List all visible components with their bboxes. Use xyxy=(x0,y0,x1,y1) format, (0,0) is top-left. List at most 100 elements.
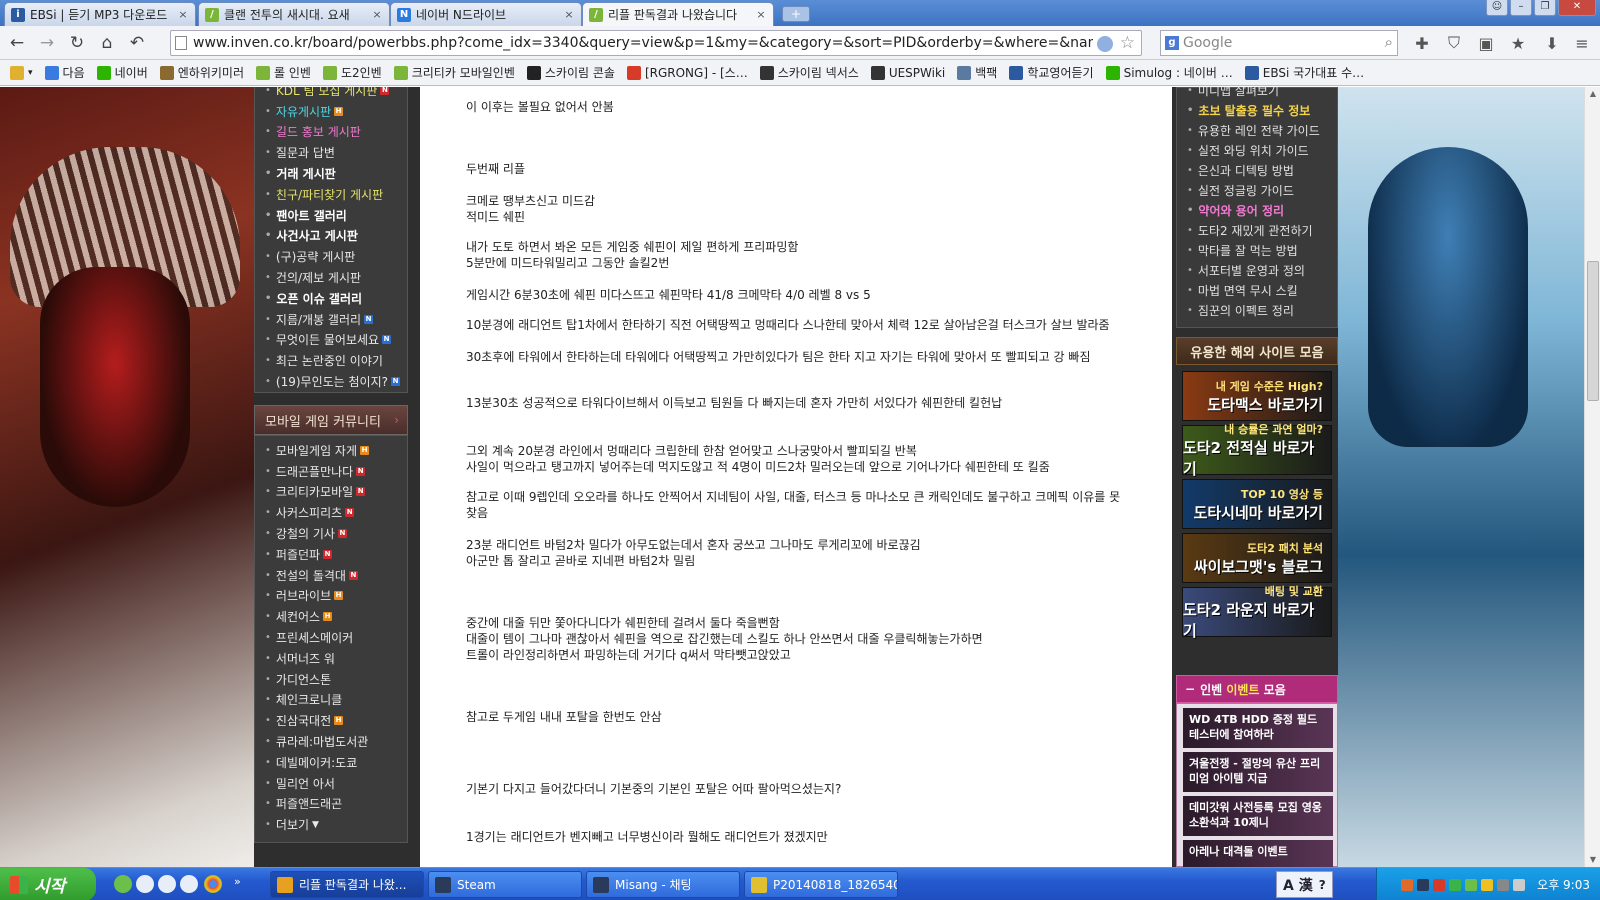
help-icon[interactable]: ? xyxy=(1319,878,1326,892)
browser-tab[interactable]: N 네이버 N드라이브 × xyxy=(390,2,582,26)
menu-item[interactable]: 건의/제보 게시판 xyxy=(255,267,407,288)
extension-puzzle-icon[interactable]: ✚ xyxy=(1412,33,1432,53)
menu-item[interactable]: (19)무인도는 첨이지?N xyxy=(255,371,407,392)
menu-item[interactable]: 서머너즈 워 xyxy=(255,648,407,669)
new-tab-button[interactable]: + xyxy=(782,6,810,22)
profile-icon[interactable]: ☺ xyxy=(1486,0,1508,16)
tray-icon[interactable] xyxy=(1449,878,1462,891)
menu-item[interactable]: 크리티카모바일N xyxy=(255,482,407,503)
reload-button[interactable]: ↻ xyxy=(64,30,90,56)
expand-icon[interactable]: » xyxy=(234,875,244,893)
menu-icon[interactable]: ≡ xyxy=(1572,33,1592,53)
bookmark-item[interactable]: 크리티카 모바일인벤 xyxy=(393,64,515,81)
mobile-community-title[interactable]: 모바일 게임 커뮤니티 › xyxy=(254,405,408,435)
download-icon[interactable]: ⬇ xyxy=(1542,33,1562,53)
tray-icon[interactable] xyxy=(1417,878,1430,891)
menu-item[interactable]: 거래 게시판 xyxy=(255,163,407,184)
menu-item[interactable]: 가디언스톤 xyxy=(255,669,407,690)
bookmark-item[interactable]: 도2인벤 xyxy=(322,64,382,81)
bookmark-item[interactable]: ▾ xyxy=(10,65,33,80)
volume-icon[interactable] xyxy=(1513,878,1526,891)
forward-button[interactable]: → xyxy=(34,30,60,56)
bookmark-star-icon[interactable]: ☆ xyxy=(1120,33,1135,53)
menu-item[interactable]: 퍼즐던파N xyxy=(255,544,407,565)
quicklaunch-icon[interactable] xyxy=(158,875,176,893)
bookmark-item[interactable]: 학교영어듣기 xyxy=(1009,64,1094,81)
menu-item[interactable]: 무엇이든 물어보세요N xyxy=(255,330,407,351)
bookmark-item[interactable]: UESPWiki xyxy=(870,65,945,80)
quicklaunch-icon[interactable] xyxy=(180,875,198,893)
guide-link[interactable]: 은신과 디텍팅 방법 xyxy=(1177,160,1337,180)
bookmark-item[interactable]: 다음 xyxy=(44,64,85,81)
bookmark-item[interactable]: EBSi 국가대표 수… xyxy=(1244,64,1364,81)
tray-icon[interactable] xyxy=(1465,878,1478,891)
scroll-down-arrow[interactable]: ▼ xyxy=(1585,853,1600,867)
guide-link[interactable]: 미니맵 살펴보기 xyxy=(1177,87,1337,100)
guide-link[interactable]: 약어와 용어 정리 xyxy=(1177,200,1337,220)
menu-item[interactable]: 프린세스메이커 xyxy=(255,627,407,648)
menu-item[interactable]: 퍼즐앤드래곤 xyxy=(255,794,407,815)
event-banner[interactable]: 겨울전쟁 - 절망의 유산 프리미엄 아이템 지급 xyxy=(1183,752,1333,792)
menu-item[interactable]: 친구/파티찾기 게시판 xyxy=(255,184,407,205)
menu-item[interactable]: 드래곤플만나다N xyxy=(255,461,407,482)
menu-item[interactable]: 밀리언 아서 xyxy=(255,773,407,794)
minimize-button[interactable]: – xyxy=(1510,0,1532,16)
clock[interactable]: 오후 9:03 xyxy=(1537,876,1590,893)
menu-item[interactable]: 체인크로니클 xyxy=(255,690,407,711)
menu-item[interactable]: 모바일게임 자게H xyxy=(255,440,407,461)
back-button[interactable]: ← xyxy=(4,30,30,56)
guide-link[interactable]: 짐꾼의 이펙트 정리 xyxy=(1177,300,1337,320)
site-banner[interactable]: 내 게임 수준은 High? 도타맥스 바로가기 xyxy=(1182,371,1332,421)
menu-item[interactable]: 사건사고 게시판 xyxy=(255,226,407,247)
menu-item[interactable]: 팬아트 갤러리 xyxy=(255,205,407,226)
tray-icon[interactable] xyxy=(1497,878,1510,891)
taskbar-button[interactable]: 리플 판독결과 나왔... xyxy=(270,871,424,898)
menu-item[interactable]: 사커스피리츠N xyxy=(255,502,407,523)
guide-link[interactable]: 실전 와딩 위치 가이드 xyxy=(1177,140,1337,160)
guide-link[interactable]: 서포터별 운영과 정의 xyxy=(1177,260,1337,280)
taskbar-button[interactable]: Misang - 채팅 xyxy=(586,871,740,898)
bookmark-item[interactable]: 네이버 xyxy=(96,64,148,81)
taskbar-button[interactable]: P20140818_1826540... xyxy=(744,871,898,898)
guide-link[interactable]: 유용한 레인 전략 가이드 xyxy=(1177,120,1337,140)
menu-item[interactable]: 큐라레:마법도서관 xyxy=(255,731,407,752)
shield-icon[interactable]: ⛉ xyxy=(1444,33,1464,53)
minus-icon[interactable]: − xyxy=(1185,682,1195,696)
quicklaunch-icon[interactable] xyxy=(114,875,132,893)
start-button[interactable]: 시작 xyxy=(0,868,96,900)
menu-item[interactable]: (구)공략 게시판 xyxy=(255,246,407,267)
event-banner[interactable]: WD 4TB HDD 증정 필드테스터에 참여하라 xyxy=(1183,708,1333,748)
home-button[interactable]: ⌂ xyxy=(94,30,120,56)
guide-link[interactable]: 도타2 재밌게 관전하기 xyxy=(1177,220,1337,240)
menu-item[interactable]: 질문과 답변 xyxy=(255,142,407,163)
menu-item[interactable]: 길드 홍보 게시판 xyxy=(255,122,407,143)
tray-icon[interactable] xyxy=(1401,878,1414,891)
close-tab-icon[interactable]: × xyxy=(371,8,383,21)
menu-item[interactable]: 세컨어스H xyxy=(255,606,407,627)
browser-tab[interactable]: / 리플 판독결과 나왔습니다 × xyxy=(582,2,774,26)
menu-item[interactable]: 진삼국대전H xyxy=(255,710,407,731)
vertical-scrollbar[interactable]: ▲ ▼ xyxy=(1584,87,1600,867)
guide-link[interactable]: 초보 탈출용 필수 정보 xyxy=(1177,100,1337,120)
menu-item[interactable]: 최근 논란중인 이야기 xyxy=(255,350,407,371)
menu-item[interactable]: 더보기▼ xyxy=(255,814,407,835)
tray-icon[interactable] xyxy=(1481,878,1494,891)
maximize-button[interactable]: ❐ xyxy=(1534,0,1556,16)
guide-link[interactable]: 막타를 잘 먹는 방법 xyxy=(1177,240,1337,260)
translate-icon[interactable] xyxy=(1097,36,1113,52)
quicklaunch-icon[interactable] xyxy=(136,875,154,893)
cart-icon[interactable]: ▣ xyxy=(1476,33,1496,53)
scrollbar-thumb[interactable] xyxy=(1587,261,1599,401)
search-icon[interactable]: ⌕ xyxy=(1385,33,1393,51)
bookmark-item[interactable]: [RGRONG] - [스… xyxy=(626,64,748,81)
address-bar[interactable]: www.inven.co.kr/board/powerbbs.php?come_… xyxy=(170,30,1142,56)
bookmark-item[interactable]: 엔하위키미러 xyxy=(159,64,244,81)
bookmark-item[interactable]: Simulog : 네이버 … xyxy=(1105,64,1233,81)
event-banner[interactable]: 아레나 대격돌 이벤트 xyxy=(1183,840,1333,867)
close-tab-icon[interactable]: × xyxy=(177,8,189,21)
ime-indicator[interactable]: A 漢 ? xyxy=(1276,871,1333,898)
guide-link[interactable]: 실전 정글링 가이드 xyxy=(1177,180,1337,200)
browser-tab[interactable]: i EBSi | 듣기 MP3 다운로드 × xyxy=(4,2,196,26)
scroll-up-arrow[interactable]: ▲ xyxy=(1585,87,1600,101)
chrome-icon[interactable] xyxy=(204,875,222,893)
